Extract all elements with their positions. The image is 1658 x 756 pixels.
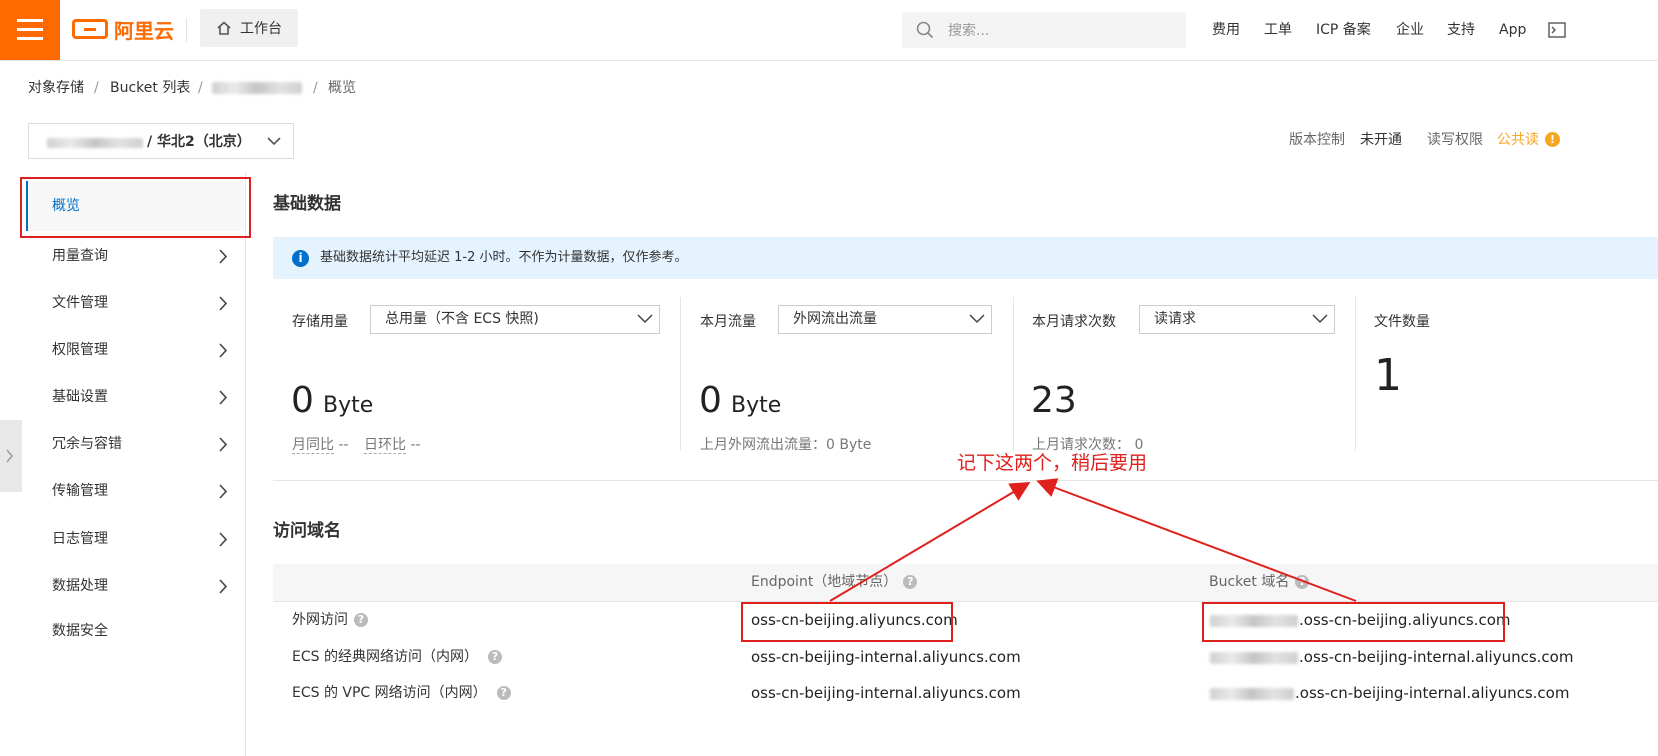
annotation-arrow <box>1036 478 1357 602</box>
annotation-arrows <box>829 478 1357 602</box>
annotation-arrow <box>829 481 1031 602</box>
